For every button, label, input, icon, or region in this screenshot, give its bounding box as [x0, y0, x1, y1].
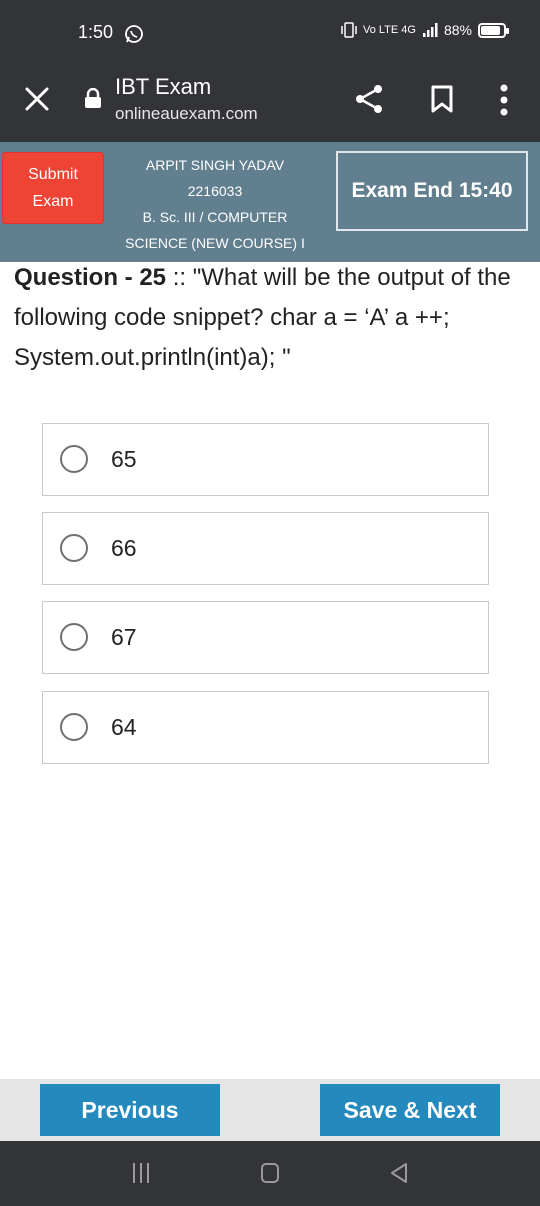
bookmark-icon[interactable] — [430, 84, 454, 114]
option-label: 65 — [111, 446, 137, 472]
option-2[interactable]: 66 — [42, 512, 489, 585]
page-url[interactable]: onlineauexam.com — [115, 104, 258, 124]
browser-toolbar: IBT Exam onlineauexam.com — [0, 62, 540, 142]
option-3[interactable]: 67 — [42, 601, 489, 674]
whatsapp-icon — [125, 25, 143, 43]
course-line2: SCIENCE (NEW COURSE) I — [125, 235, 305, 251]
radio-button[interactable] — [60, 534, 88, 562]
question-number: Question - 25 — [14, 264, 167, 291]
exam-header: Submit Exam ARPIT SINGH YADAV 2216033 B.… — [0, 142, 540, 262]
previous-button[interactable]: Previous — [40, 1084, 220, 1136]
submit-exam-button[interactable]: Submit Exam — [2, 152, 104, 224]
option-label: 64 — [111, 714, 137, 740]
lock-icon — [85, 88, 101, 108]
radio-button[interactable] — [60, 445, 88, 473]
candidate-info: ARPIT SINGH YADAV 2216033 B. Sc. III / C… — [104, 152, 326, 256]
signal-icon — [422, 23, 438, 37]
radio-button[interactable] — [60, 713, 88, 741]
status-bar: 1:50 Vo LTE 4G 88% — [0, 0, 540, 62]
option-1[interactable]: 65 — [42, 423, 489, 496]
submit-label-line1: Submit — [28, 166, 78, 183]
close-icon[interactable] — [24, 86, 50, 112]
exam-timer: Exam End 15:40 — [336, 151, 528, 231]
battery-percent: 88% — [443, 22, 472, 38]
question-separator: :: — [166, 264, 193, 291]
share-icon[interactable] — [354, 84, 384, 114]
question-text: Question - 25 :: "What will be the outpu… — [14, 258, 532, 378]
back-icon[interactable] — [390, 1161, 408, 1185]
option-label: 67 — [111, 624, 137, 650]
option-label: 66 — [111, 535, 137, 561]
submit-label-line2: Exam — [32, 193, 74, 210]
vibrate-icon — [341, 22, 357, 38]
system-nav-bar — [0, 1141, 540, 1206]
page-title: IBT Exam — [115, 74, 212, 99]
more-vert-icon[interactable] — [498, 84, 510, 116]
home-icon[interactable] — [260, 1161, 280, 1185]
course-line1: B. Sc. III / COMPUTER — [142, 209, 288, 225]
status-time: 1:50 — [78, 22, 114, 42]
status-indicators: Vo LTE 4G 88% — [341, 22, 509, 38]
radio-button[interactable] — [60, 623, 88, 651]
network-label: Vo LTE 4G — [362, 24, 416, 36]
battery-icon — [478, 22, 509, 38]
battery-fill — [481, 25, 501, 35]
student-id: 2216033 — [187, 183, 243, 199]
student-name: ARPIT SINGH YADAV — [145, 157, 285, 173]
save-next-button[interactable]: Save & Next — [320, 1084, 500, 1136]
question-navigation: Previous Save & Next — [0, 1079, 540, 1141]
option-4[interactable]: 64 — [42, 691, 489, 764]
recents-icon[interactable] — [130, 1161, 152, 1185]
